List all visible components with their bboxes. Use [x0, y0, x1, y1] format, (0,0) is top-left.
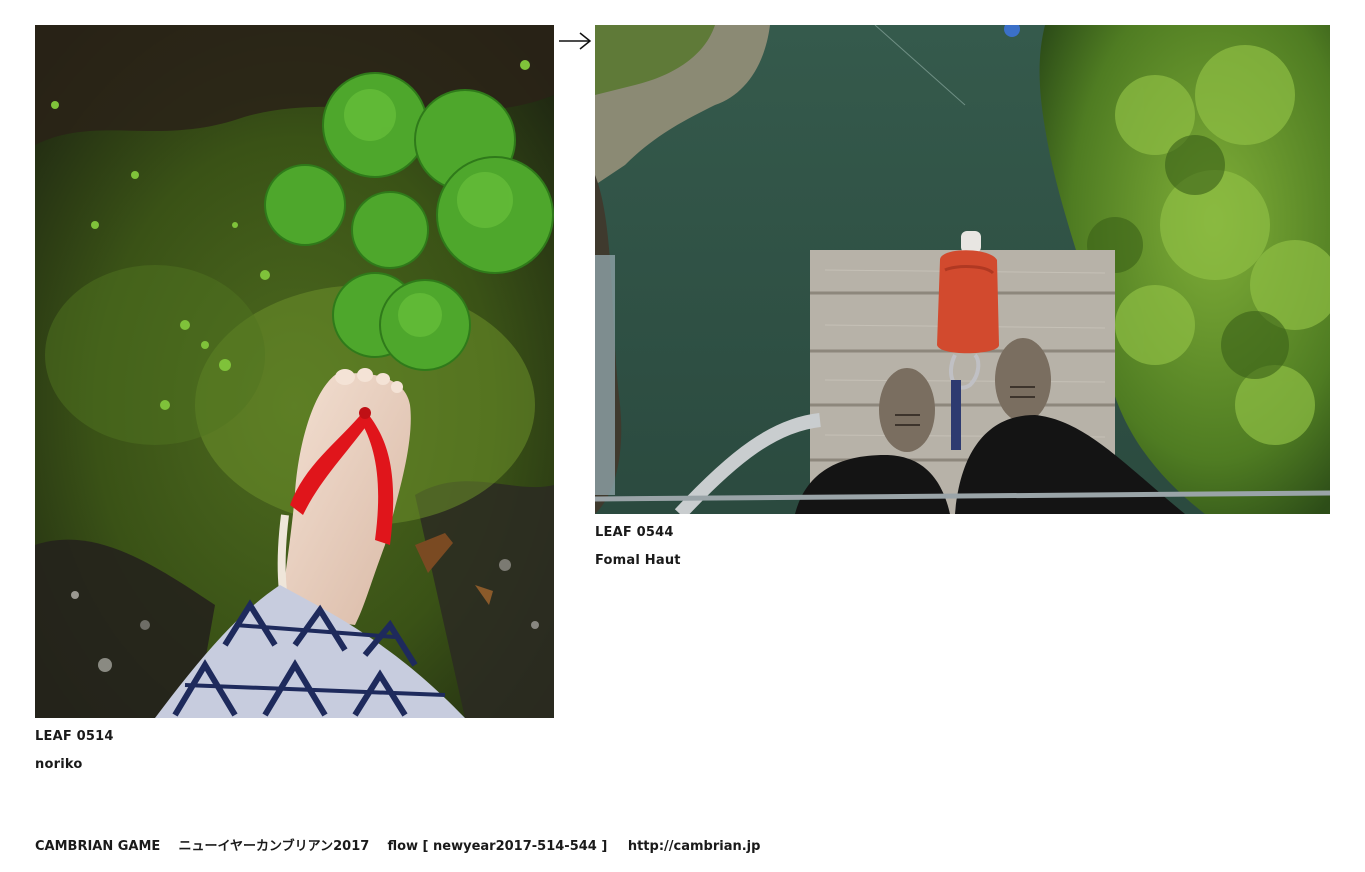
footer-url-link[interactable]: http://cambrian.jp: [628, 839, 761, 854]
footer-game-link[interactable]: CAMBRIAN GAME: [35, 839, 160, 854]
leaf-0544-author[interactable]: Fomal Haut: [595, 553, 681, 569]
leaf-0544-id[interactable]: LEAF 0544: [595, 525, 674, 541]
footer-flow-label: flow [ newyear2017-514-544 ]: [387, 839, 608, 854]
moss-sandal-image: [35, 25, 554, 718]
leaf-0514-author[interactable]: noriko: [35, 757, 82, 773]
right-arrow-icon: [559, 32, 592, 50]
leaf-0544-photo[interactable]: [595, 25, 1330, 514]
footer: CAMBRIAN GAME ニューイヤーカンブリアン2017 flow [ ne…: [35, 839, 760, 855]
leaf-0514-photo[interactable]: [35, 25, 554, 718]
footer-event-link[interactable]: ニューイヤーカンブリアン2017: [178, 839, 369, 854]
leaf-0514-id[interactable]: LEAF 0514: [35, 729, 114, 745]
page: LEAF 0514 noriko LEAF 0544 Fomal Haut CA…: [0, 0, 1365, 872]
bridge-river-image: [595, 25, 1330, 514]
